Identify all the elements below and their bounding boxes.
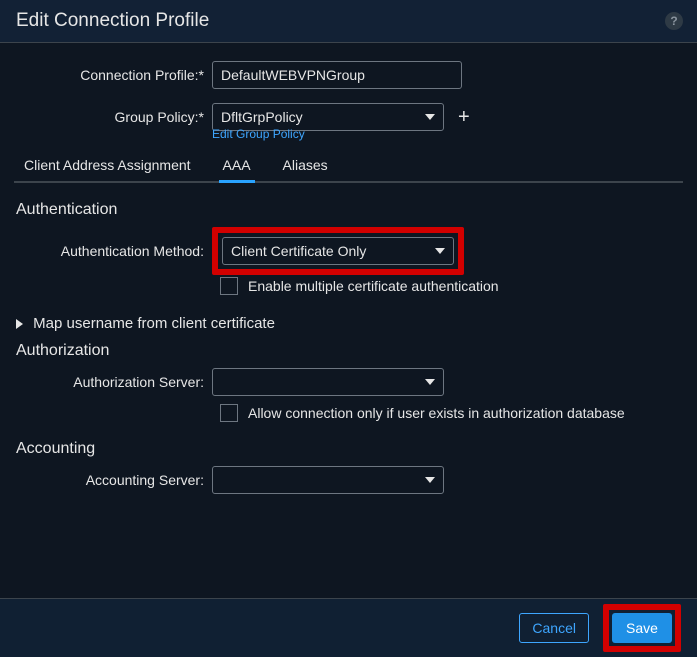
accounting-server-select[interactable] [212, 466, 444, 494]
row-authorization-server: Authorization Server: [14, 368, 683, 396]
accounting-title: Accounting [16, 440, 683, 458]
enable-multi-cert-label: Enable multiple certificate authenticati… [248, 278, 499, 294]
help-icon[interactable]: ? [665, 12, 683, 30]
allow-only-if-exists-label: Allow connection only if user exists in … [248, 405, 625, 421]
auth-method-select[interactable]: Client Certificate Only [222, 237, 454, 265]
dialog-footer: Cancel Save [0, 598, 697, 657]
dialog-header: Edit Connection Profile ? [0, 0, 697, 43]
map-username-label: Map username from client certificate [33, 315, 275, 332]
group-policy-value: DfltGrpPolicy [221, 109, 303, 125]
chevron-down-icon [425, 379, 435, 385]
row-accounting-server: Accounting Server: [14, 466, 683, 494]
chevron-down-icon [435, 248, 445, 254]
tab-bar: Client Address Assignment AAA Aliases [14, 151, 683, 183]
enable-multi-cert-checkbox[interactable] [220, 277, 238, 295]
save-button-highlight: Save [603, 604, 681, 652]
auth-method-value: Client Certificate Only [231, 243, 366, 259]
cancel-button[interactable]: Cancel [519, 613, 589, 643]
row-allow-only-if-exists: Allow connection only if user exists in … [220, 404, 683, 422]
save-button[interactable]: Save [612, 613, 672, 643]
label-accounting-server: Accounting Server: [14, 472, 212, 488]
chevron-right-icon [16, 319, 23, 329]
label-authorization-server: Authorization Server: [14, 374, 212, 390]
authorization-title: Authorization [16, 342, 683, 360]
row-enable-multi-cert: Enable multiple certificate authenticati… [220, 277, 683, 295]
map-username-toggle[interactable]: Map username from client certificate [16, 315, 683, 332]
tab-client-address-assignment[interactable]: Client Address Assignment [24, 151, 191, 181]
row-connection-profile: Connection Profile:* [14, 61, 683, 89]
dialog-title: Edit Connection Profile [16, 10, 209, 32]
label-group-policy: Group Policy:* [14, 109, 212, 125]
chevron-down-icon [425, 477, 435, 483]
edit-group-policy-link[interactable]: Edit Group Policy [212, 127, 683, 141]
label-auth-method: Authentication Method: [14, 243, 212, 259]
tab-aliases[interactable]: Aliases [283, 151, 328, 181]
tab-aaa[interactable]: AAA [223, 151, 251, 181]
label-connection-profile: Connection Profile:* [14, 67, 212, 83]
authorization-server-select[interactable] [212, 368, 444, 396]
add-group-policy-button[interactable]: + [458, 107, 470, 127]
chevron-down-icon [425, 114, 435, 120]
dialog-body: Connection Profile:* Group Policy:* Dflt… [0, 43, 697, 494]
auth-method-highlight: Client Certificate Only [212, 227, 464, 275]
authentication-title: Authentication [16, 201, 683, 219]
connection-profile-input[interactable] [212, 61, 462, 89]
row-auth-method: Authentication Method: Client Certificat… [14, 227, 683, 275]
allow-only-if-exists-checkbox[interactable] [220, 404, 238, 422]
